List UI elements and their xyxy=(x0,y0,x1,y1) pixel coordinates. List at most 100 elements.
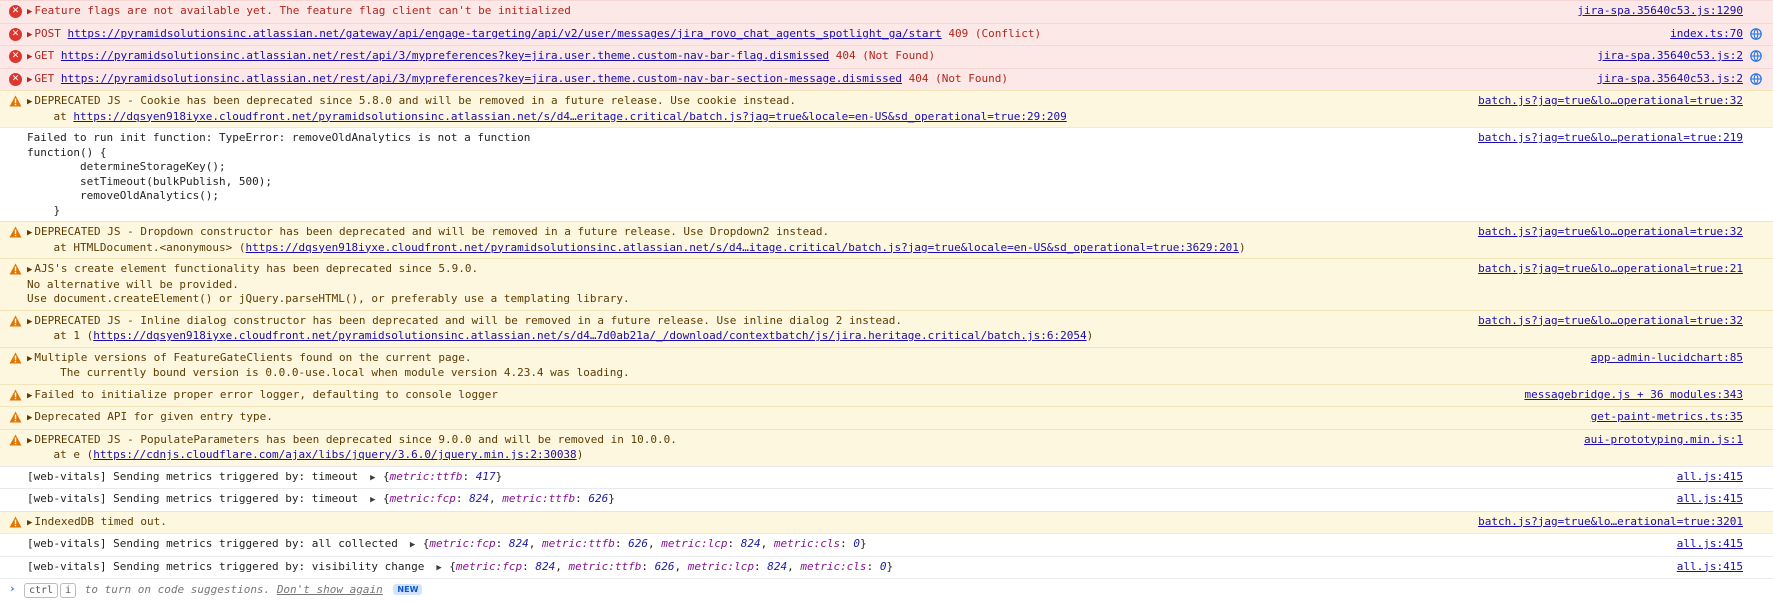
object-key: metric:lcp xyxy=(661,537,728,550)
object-value: 626 xyxy=(654,559,675,573)
console-prompt[interactable]: › ctrl i to turn on code suggestions. Don… xyxy=(0,578,1773,607)
console-message-info: Failed to run init function: TypeError: … xyxy=(0,127,1773,221)
source-link[interactable]: jira-spa.35640c53.js:2 xyxy=(1597,49,1743,64)
warning-icon xyxy=(9,263,22,276)
source-link[interactable]: aui-prototyping.min.js:1 xyxy=(1584,433,1743,448)
object-expand-triangle-icon[interactable]: ▶ xyxy=(365,495,381,505)
request-url-link[interactable]: https://pyramidsolutionsinc.atlassian.ne… xyxy=(68,27,942,40)
warning-icon xyxy=(9,226,22,239)
object-key: metric:cls xyxy=(800,559,867,573)
message-body: DEPRECATED JS - Inline dialog constructo… xyxy=(34,313,902,327)
message-text: ▶ POST https://pyramidsolutionsinc.atlass… xyxy=(27,27,1773,43)
console-message-warning: ▶ DEPRECATED JS - Inline dialog construct… xyxy=(0,309,1773,347)
warning-icon xyxy=(9,315,22,328)
response-status: 404 (Not Found) xyxy=(908,71,1008,85)
request-url-link[interactable]: https://pyramidsolutionsinc.atlassian.ne… xyxy=(61,72,902,85)
object-value: 824 xyxy=(740,537,761,550)
message-body: Deprecated API for given entry type. xyxy=(34,410,273,423)
source-link[interactable]: all.js:415 xyxy=(1677,470,1743,485)
message-body: Failed to initialize proper error logger… xyxy=(34,387,499,401)
source-link[interactable]: all.js:415 xyxy=(1677,560,1743,575)
warning-icon xyxy=(9,95,22,108)
object-key: metric:fcp xyxy=(455,559,523,573)
stack-frame-link[interactable]: https://dqsyen918iyxe.cloudfront.net/pyr… xyxy=(73,110,1066,123)
message-text: [web-vitals] Sending metrics triggered b… xyxy=(27,537,1773,553)
source-link[interactable]: all.js:415 xyxy=(1677,492,1743,507)
network-request-icon[interactable] xyxy=(1750,27,1762,40)
source-link[interactable]: batch.js?jag=true&lo…erational=true:3201 xyxy=(1478,515,1743,530)
console-message-warning: ▶ DEPRECATED JS - Dropdown constructor ha… xyxy=(0,221,1773,258)
console-message-info: [web-vitals] Sending metrics triggered b… xyxy=(0,555,1773,578)
source-link[interactable]: messagebridge.js + 36 modules:343 xyxy=(1524,388,1743,403)
ctrl-key-hint: ctrl xyxy=(24,583,59,598)
console-message-warning: ▶ IndexedDB timed out. batch.js?jag=true&l… xyxy=(0,510,1773,533)
object-key: metric:cls xyxy=(773,537,841,550)
console-message-warning: ▶ Multiple versions of FeatureGateClients… xyxy=(0,346,1773,384)
object-value: 0 xyxy=(853,537,860,550)
source-link[interactable]: batch.js?jag=true&lo…operational=true:32 xyxy=(1478,314,1743,329)
stack-frame-link[interactable]: https://cdnjs.cloudflare.com/ajax/libs/j… xyxy=(93,448,576,461)
stack-frame-prefix: at 1 ( xyxy=(27,329,94,342)
object-value: 626 xyxy=(588,492,609,505)
expand-triangle-icon[interactable]: ▶ xyxy=(27,30,32,40)
source-link[interactable]: index.ts:70 xyxy=(1670,27,1743,42)
expand-triangle-icon[interactable]: ▶ xyxy=(27,518,32,528)
console-message-info: [web-vitals] Sending metrics triggered b… xyxy=(0,465,1773,488)
source-link[interactable]: batch.js?jag=true&lo…operational=true:21 xyxy=(1478,262,1743,277)
network-request-icon[interactable] xyxy=(1750,50,1762,62)
expand-triangle-icon[interactable]: ▶ xyxy=(27,317,32,327)
message-text: [web-vitals] Sending metrics triggered b… xyxy=(27,560,1773,576)
source-link[interactable]: get-paint-metrics.ts:35 xyxy=(1591,410,1743,425)
source-link[interactable]: app-admin-lucidchart:85 xyxy=(1591,351,1743,366)
message-text: ▶ Feature flags are not available yet. Th… xyxy=(27,4,1773,20)
expand-triangle-icon[interactable]: ▶ xyxy=(27,97,32,107)
source-link[interactable]: batch.js?jag=true&lo…operational=true:32 xyxy=(1478,94,1743,109)
network-request-icon[interactable] xyxy=(1750,72,1762,85)
prompt-caret-icon: › xyxy=(9,582,16,595)
console-message-error: ✕ ▶ GET https://pyramidsolutionsinc.atlass… xyxy=(0,45,1773,68)
stack-frame-suffix: ) xyxy=(1086,329,1094,342)
message-body: AJS's create element functionality has b… xyxy=(27,262,630,305)
object-expand-triangle-icon[interactable]: ▶ xyxy=(405,540,421,550)
expand-triangle-icon[interactable]: ▶ xyxy=(27,265,32,275)
object-key: metric:fcp xyxy=(429,537,496,550)
expand-triangle-icon[interactable]: ▶ xyxy=(27,436,32,446)
expand-triangle-icon[interactable]: ▶ xyxy=(27,413,32,423)
warning-icon xyxy=(9,352,22,365)
logged-object-preview[interactable]: {metric:ttfb: 417} xyxy=(383,470,502,483)
expand-triangle-icon[interactable]: ▶ xyxy=(27,228,32,238)
dont-show-again-link[interactable]: Don't show again xyxy=(277,583,383,596)
stack-frame-suffix: ) xyxy=(1238,240,1246,254)
expand-triangle-icon[interactable]: ▶ xyxy=(27,7,32,17)
object-key: metric:ttfb xyxy=(568,559,642,573)
response-status: 409 (Conflict) xyxy=(948,26,1042,40)
logged-object-preview[interactable]: {metric:fcp: 824, metric:ttfb: 626, metr… xyxy=(449,560,893,573)
code-suggestion-hint: to turn on code suggestions. xyxy=(84,583,271,596)
source-link[interactable]: batch.js?jag=true&lo…perational=true:219 xyxy=(1478,131,1743,146)
object-expand-triangle-icon[interactable]: ▶ xyxy=(431,563,447,573)
source-link[interactable]: jira-spa.35640c53.js:1290 xyxy=(1577,4,1743,19)
source-link[interactable]: batch.js?jag=true&lo…operational=true:32 xyxy=(1478,225,1743,240)
object-key: metric:ttfb xyxy=(542,537,615,550)
source-link[interactable]: jira-spa.35640c53.js:2 xyxy=(1597,72,1743,87)
expand-triangle-icon[interactable]: ▶ xyxy=(27,52,32,62)
request-url-link[interactable]: https://pyramidsolutionsinc.atlassian.ne… xyxy=(61,49,829,62)
expand-triangle-icon[interactable]: ▶ xyxy=(27,75,32,85)
source-link[interactable]: all.js:415 xyxy=(1677,537,1743,552)
request-method: POST xyxy=(34,26,61,40)
stack-frame-link[interactable]: https://dqsyen918iyxe.cloudfront.net/pyr… xyxy=(246,241,1239,254)
message-body: IndexedDB timed out. xyxy=(34,514,167,528)
stack-frame-prefix: at HTMLDocument.<anonymous> ( xyxy=(27,240,246,254)
console-message-error: ✕ ▶ POST https://pyramidsolutionsinc.atlas… xyxy=(0,22,1773,45)
expand-triangle-icon[interactable]: ▶ xyxy=(27,391,32,401)
error-icon: ✕ xyxy=(9,72,22,86)
object-key: metric:fcp xyxy=(389,492,456,505)
message-body: [web-vitals] Sending metrics triggered b… xyxy=(27,469,365,483)
object-value: 626 xyxy=(628,537,648,550)
logged-object-preview[interactable]: {metric:fcp: 824, metric:ttfb: 626, metr… xyxy=(423,537,867,550)
logged-object-preview[interactable]: {metric:fcp: 824, metric:ttfb: 626} xyxy=(383,492,615,505)
message-body: [web-vitals] Sending metrics triggered b… xyxy=(27,492,365,505)
expand-triangle-icon[interactable]: ▶ xyxy=(27,354,32,364)
stack-frame-link[interactable]: https://dqsyen918iyxe.cloudfront.net/pyr… xyxy=(93,329,1086,342)
object-expand-triangle-icon[interactable]: ▶ xyxy=(365,473,381,483)
